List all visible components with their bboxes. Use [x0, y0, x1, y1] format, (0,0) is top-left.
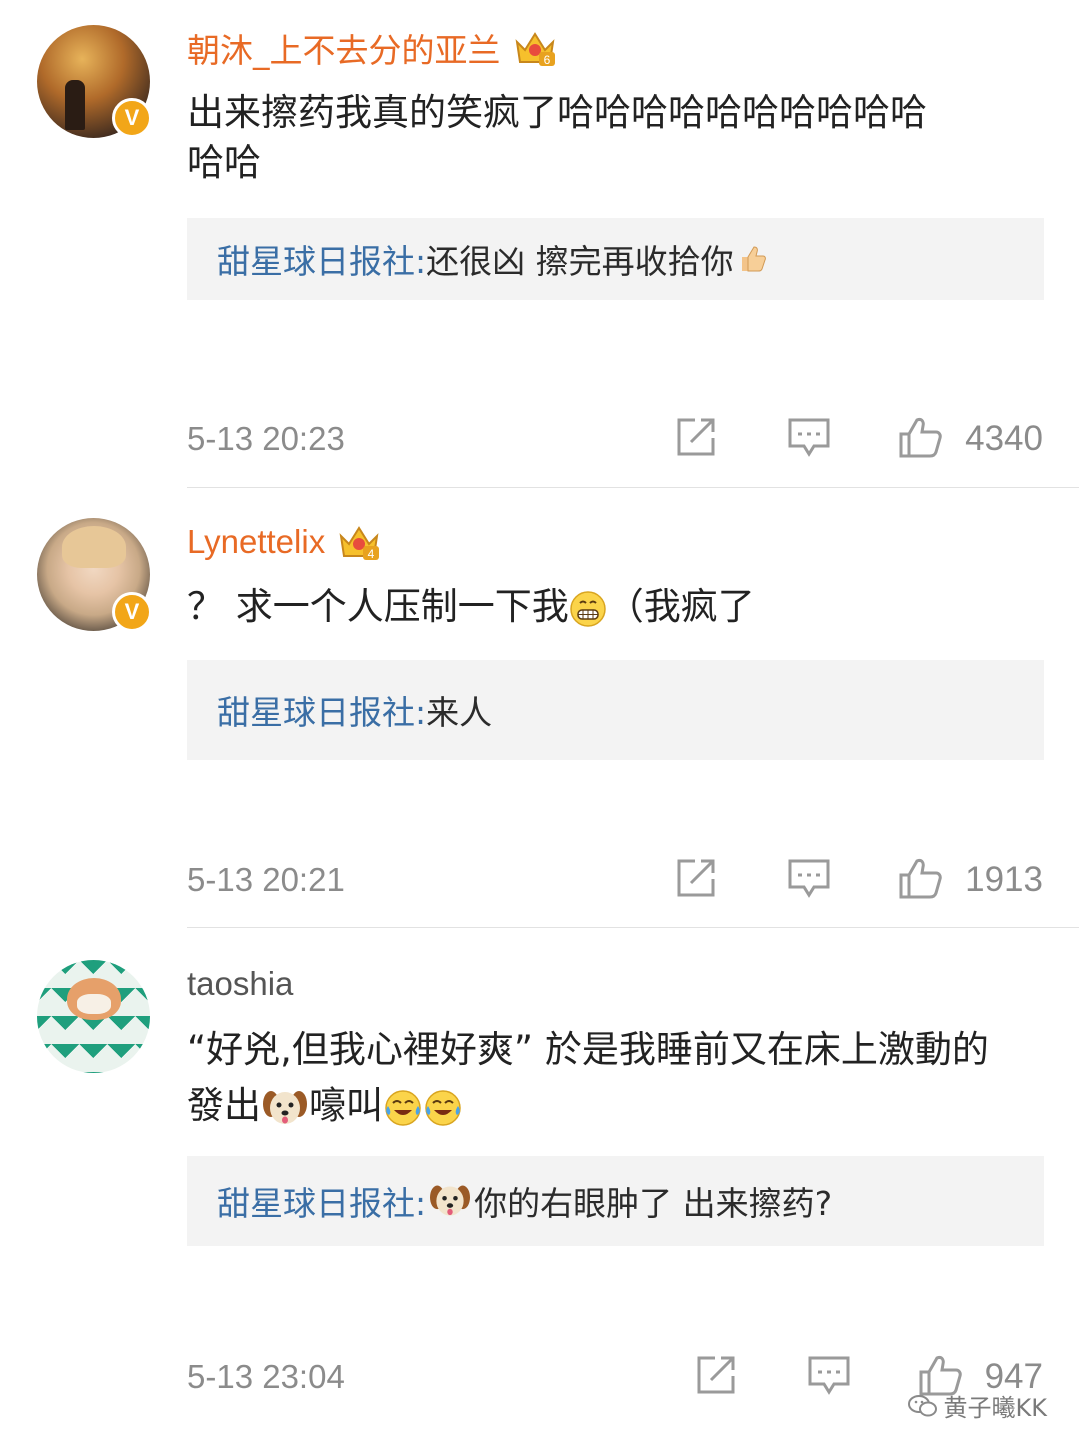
reply-box[interactable]: 甜星球日报社: 你的右眼肿了 出来擦药?	[187, 1156, 1044, 1246]
like-count: 1913	[965, 860, 1043, 899]
timestamp: 5-13 20:23	[187, 420, 345, 457]
avatar[interactable]	[37, 960, 150, 1073]
like-icon[interactable]	[897, 414, 943, 460]
dog-emoji	[430, 1185, 471, 1216]
comment-text-line: 哈哈	[187, 141, 261, 184]
username[interactable]: 朝沐_上不去分的亚兰 6	[187, 24, 557, 72]
username-text: 朝沐_上不去分的亚兰	[187, 31, 501, 70]
reply-box[interactable]: 甜星球日报社: 来人	[187, 660, 1044, 760]
comment-text: ？ 求一个人压制一下我 （我疯了	[187, 582, 1047, 632]
reply-author[interactable]: 甜星球日报社:	[217, 235, 426, 283]
comment-meta: 5-13 20:21 1913	[187, 855, 1043, 905]
username-text: taoshia	[187, 965, 294, 1002]
timestamp: 5-13 20:21	[187, 861, 345, 898]
comment-item: taoshia “好兇,但我心裡好爽” 於是我睡前又在床上激動的 發出 嚎叫 甜…	[0, 928, 1079, 1452]
reply-text: 来人	[426, 693, 493, 732]
comment-icon[interactable]	[786, 414, 832, 460]
comment-item: V Lynettelix 4 ？ 求一个人压制一下我 （我疯了 甜星球日报社: …	[0, 488, 1079, 928]
watermark: 黄子曦KK	[907, 1388, 1047, 1423]
crown-icon: 4	[339, 526, 380, 561]
wechat-icon	[907, 1394, 937, 1416]
comment-text: 出来擦药我真的笑疯了哈哈哈哈哈哈哈哈哈哈 哈哈	[187, 88, 1047, 188]
dog-emoji	[263, 1090, 307, 1124]
comment-item: V 朝沐_上不去分的亚兰 6 出来擦药我真的笑疯了哈哈哈哈哈哈哈哈哈哈 哈哈 甜…	[0, 0, 1079, 488]
share-icon[interactable]	[673, 414, 719, 460]
comment-text-part: ？ 求一个人压制一下我	[187, 585, 569, 628]
thumbs-up-emoji	[741, 246, 766, 272]
verified-badge-icon: V	[112, 98, 152, 138]
crown-icon: 6	[515, 32, 555, 67]
username[interactable]: Lynettelix 4	[187, 518, 381, 566]
timestamp: 5-13 23:04	[187, 1358, 345, 1395]
comment-meta: 5-13 20:23 4340	[187, 414, 1043, 464]
comment-text: “好兇,但我心裡好爽” 於是我睡前又在床上激動的 發出 嚎叫	[187, 1022, 1047, 1134]
grin-emoji	[570, 590, 606, 627]
reply-author[interactable]: 甜星球日报社:	[217, 1177, 426, 1225]
svg-text:6: 6	[543, 53, 550, 67]
comment-text-line: 出来擦药我真的笑疯了哈哈哈哈哈哈哈哈哈哈	[187, 91, 927, 134]
like-count: 4340	[965, 419, 1043, 458]
reply-box[interactable]: 甜星球日报社: 还很凶 擦完再收拾你	[187, 218, 1044, 300]
reply-text: 你的右眼肿了 出来擦药?	[474, 1184, 833, 1223]
reply-text: 还很凶 擦完再收拾你	[426, 242, 734, 281]
username-text: Lynettelix	[187, 523, 326, 560]
crying-laugh-emoji	[385, 1089, 421, 1126]
verified-badge-icon: V	[112, 592, 152, 632]
comment-icon[interactable]	[786, 855, 832, 901]
comment-text-part: 發出	[187, 1084, 261, 1127]
watermark-text: 黄子曦KK	[943, 1394, 1047, 1422]
reply-author[interactable]: 甜星球日报社:	[217, 686, 426, 734]
comment-text-part: 嚎叫	[309, 1084, 383, 1127]
share-icon[interactable]	[693, 1352, 739, 1398]
like-icon[interactable]	[897, 855, 943, 901]
comment-text-line: “好兇,但我心裡好爽” 於是我睡前又在床上激動的	[187, 1028, 989, 1071]
comment-text-part: （我疯了	[606, 585, 755, 628]
comment-text-line: 發出 嚎叫	[187, 1078, 1047, 1134]
crying-laugh-emoji	[425, 1089, 461, 1126]
username[interactable]: taoshia	[187, 960, 293, 1008]
comment-icon[interactable]	[806, 1352, 852, 1398]
share-icon[interactable]	[673, 855, 719, 901]
svg-text:4: 4	[368, 547, 375, 561]
